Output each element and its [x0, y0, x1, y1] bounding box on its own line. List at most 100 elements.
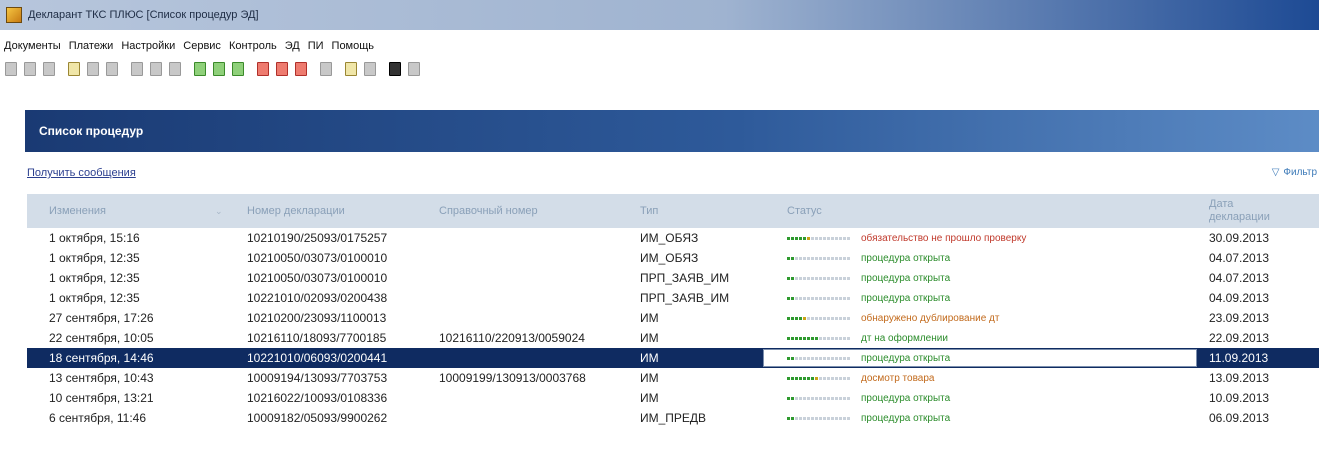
- cell-decl-date: 04.07.2013: [1209, 271, 1270, 285]
- cell-changed: 22 сентября, 10:05: [49, 331, 154, 345]
- status-progress-bar: [787, 416, 851, 420]
- cell-decl-number: 10216110/18093/7700185: [247, 331, 387, 345]
- doc-new-icon[interactable]: [130, 62, 144, 76]
- cell-type: ИМ: [640, 331, 659, 345]
- col-header-decl-number[interactable]: Номер декларации: [247, 205, 345, 217]
- list-icon[interactable]: [407, 62, 421, 76]
- actions-row: Получить сообщения ▽ Фильтр: [27, 165, 1317, 181]
- table-row[interactable]: 22 сентября, 10:05 10216110/18093/7700185…: [27, 328, 1319, 348]
- status-text: обязательство не прошло проверку: [861, 232, 1027, 244]
- status-progress-bar: [787, 256, 851, 260]
- status-text: обнаружено дублирование дт: [861, 312, 1000, 324]
- menu-item-7[interactable]: Помощь: [332, 40, 375, 52]
- col-header-decl-date[interactable]: Дата декларации: [1209, 198, 1279, 224]
- cell-decl-date: 06.09.2013: [1209, 411, 1270, 425]
- table-row[interactable]: 1 октября, 15:16 10210190/25093/0175257 ИМ…: [27, 228, 1319, 248]
- save-icon[interactable]: [23, 62, 37, 76]
- cell-type: ИМ: [640, 371, 659, 385]
- panel-title: Список процедур: [39, 124, 144, 138]
- filter-button[interactable]: ▽ Фильтр: [1272, 167, 1317, 178]
- menu-item-5[interactable]: ЭД: [285, 40, 300, 52]
- doc-stack-icon[interactable]: [168, 62, 182, 76]
- window-title: Декларант ТКС ПЛЮС [Список процедур ЭД]: [28, 9, 259, 21]
- table-header: Изменения ⌄ Номер декларации Справочный …: [27, 194, 1319, 228]
- cell-type: ИМ_ПРЕДВ: [640, 411, 707, 425]
- menu-item-1[interactable]: Платежи: [69, 40, 114, 52]
- cell-ref-number: 10009199/130913/0003768: [439, 371, 586, 385]
- menu-item-3[interactable]: Сервис: [183, 40, 221, 52]
- table-row[interactable]: 13 сентября, 10:43 10009194/13093/7703753…: [27, 368, 1319, 388]
- status-progress-bar: [787, 296, 851, 300]
- cell-decl-number: 10210190/25093/0175257: [247, 231, 388, 245]
- cell-status: процедура открыта: [787, 413, 950, 424]
- cell-decl-date: 04.07.2013: [1209, 251, 1270, 265]
- cell-decl-number: 10009194/13093/7703753: [247, 371, 388, 385]
- cell-changed: 13 сентября, 10:43: [49, 371, 154, 385]
- table-row[interactable]: 18 сентября, 14:46 10221010/06093/0200441…: [27, 348, 1319, 368]
- col-header-changed[interactable]: Изменения: [49, 205, 106, 217]
- col-header-status[interactable]: Статус: [787, 205, 822, 217]
- table-row[interactable]: 1 октября, 12:35 10221010/02093/0200438 ПР…: [27, 288, 1319, 308]
- status-text: процедура открыта: [861, 252, 951, 264]
- cell-decl-number: 10221010/06093/0200441: [247, 351, 388, 365]
- sort-arrow-icon: ⌄: [215, 205, 223, 216]
- send-icon[interactable]: [86, 62, 100, 76]
- red-doc2-icon[interactable]: [275, 62, 289, 76]
- status-text: процедура открыта: [861, 352, 951, 364]
- menu-item-2[interactable]: Настройки: [121, 40, 175, 52]
- menu-item-6[interactable]: ПИ: [308, 40, 324, 52]
- table-row[interactable]: 6 сентября, 11:46 10009182/05093/9900262 И…: [27, 408, 1319, 428]
- cell-changed: 10 сентября, 13:21: [49, 391, 154, 405]
- menu-bar: Документы Платежи Настройки Сервис Контроль Э…: [0, 38, 1319, 54]
- coin-icon[interactable]: [344, 62, 358, 76]
- table-row[interactable]: 27 сентября, 17:26 10210200/23093/1100013…: [27, 308, 1319, 328]
- cell-changed: 18 сентября, 14:46: [49, 351, 154, 365]
- status-progress-bar: [787, 236, 851, 240]
- cell-type: ИМ_ОБЯЗ: [640, 251, 699, 265]
- red-doc-icon[interactable]: [256, 62, 270, 76]
- cell-type: ПРП_ЗАЯВ_ИМ: [640, 271, 730, 285]
- document-icon[interactable]: [67, 62, 81, 76]
- toolbar: [0, 60, 1319, 78]
- status-text: досмотр товара: [861, 372, 935, 384]
- cell-ref-number: 10216110/220913/0059024: [439, 331, 585, 345]
- cell-status: процедура открыта: [787, 253, 950, 264]
- doc-copy-icon[interactable]: [149, 62, 163, 76]
- preview-icon[interactable]: [42, 62, 56, 76]
- status-progress-bar: [787, 356, 851, 360]
- procedures-table: Изменения ⌄ Номер декларации Справочный …: [27, 194, 1319, 428]
- menu-item-0[interactable]: Документы: [4, 40, 61, 52]
- settings-icon[interactable]: [388, 62, 402, 76]
- book-icon[interactable]: [363, 62, 377, 76]
- cell-changed: 6 сентября, 11:46: [49, 411, 147, 425]
- cell-changed: 1 октября, 12:35: [49, 271, 140, 285]
- filter-label: Фильтр: [1283, 167, 1317, 178]
- cell-status: процедура открыта: [787, 393, 950, 404]
- green-doc-icon[interactable]: [193, 62, 207, 76]
- col-header-type[interactable]: Тип: [640, 205, 658, 217]
- green-stack-icon[interactable]: [231, 62, 245, 76]
- table-body: 1 октября, 15:16 10210190/25093/0175257 ИМ…: [27, 228, 1319, 428]
- binoculars-icon[interactable]: [105, 62, 119, 76]
- copy-icon[interactable]: [319, 62, 333, 76]
- table-row[interactable]: 10 сентября, 13:21 10216022/10093/0108336…: [27, 388, 1319, 408]
- col-header-ref-number[interactable]: Справочный номер: [439, 205, 538, 217]
- menu-item-4[interactable]: Контроль: [229, 40, 277, 52]
- table-row[interactable]: 1 октября, 12:35 10210050/03073/0100010 ИМ…: [27, 248, 1319, 268]
- cell-status: дт на оформлении: [787, 333, 948, 344]
- cell-decl-date: 30.09.2013: [1209, 231, 1270, 245]
- table-row[interactable]: 1 октября, 12:35 10210050/03073/0100010 ПР…: [27, 268, 1319, 288]
- cell-decl-number: 10210050/03073/0100010: [247, 271, 388, 285]
- status-text: дт на оформлении: [861, 332, 948, 344]
- red-stack-icon[interactable]: [294, 62, 308, 76]
- cell-decl-date: 22.09.2013: [1209, 331, 1270, 345]
- green-doc2-icon[interactable]: [212, 62, 226, 76]
- app-icon: [6, 7, 22, 23]
- print-icon[interactable]: [4, 62, 18, 76]
- get-messages-link[interactable]: Получить сообщения: [27, 167, 136, 179]
- status-text: процедура открыта: [861, 412, 951, 424]
- cell-type: ИМ: [640, 311, 659, 325]
- cell-type: ИМ: [640, 351, 659, 365]
- cell-status: процедура открыта: [787, 353, 950, 364]
- cell-decl-number: 10210050/03073/0100010: [247, 251, 388, 265]
